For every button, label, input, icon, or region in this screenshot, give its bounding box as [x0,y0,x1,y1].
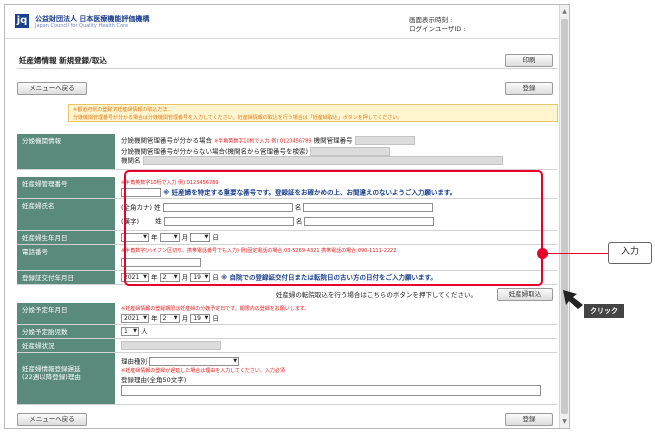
due-date-label: 分娩予定年月日 [17,303,115,324]
notice-line-1: ※都道府県の登録済妊産婦情報の取込方法... [73,107,172,113]
facility-known-text: 分娩機関管理番号が分かる場合 [121,136,212,145]
facility-mgmt-field [354,136,415,145]
back-to-menu-button-top[interactable]: メニューへ戻る [17,82,87,95]
due-month-unit: 月 [181,314,189,323]
due-year-unit: 年 [151,314,158,323]
callout-dot [537,248,548,259]
birth-label: 妊産婦生年月日 [17,231,115,244]
org-name-en: Japan Council for Quality Health Care [35,23,129,29]
due-day-unit: 日 [212,314,219,323]
system-info: 画面表示時刻 : ログインユーザID : [409,16,466,34]
phone-label: 電話番号 [17,245,115,270]
row-delay: 妊産婦情報登録遅延 (22週以降登録)理由 理由種別 ▼ ※妊産婦情報の登録が遅… [17,353,557,405]
import-button[interactable]: 妊産婦取込 [497,288,553,301]
due-date-note: ※妊産婦情報の登録期限は妊産婦の分娩予定日です。期限内の登録をお願いします。 [121,306,310,312]
delay-type-label: 理由種別 [121,357,147,366]
facility-search-button[interactable] [310,146,391,156]
facility-label: 分娩機関情報 [17,134,115,169]
org-logo: jq [15,14,29,28]
mgmt-no-label: 妊産婦管理番号 [17,177,115,198]
due-day-select[interactable]: 19 ▼ [190,314,211,323]
register-button-bottom[interactable]: 登録 [505,413,553,426]
fetus-select[interactable]: 1 ▼ [121,327,139,336]
notice-line-2: 分娩機関管理番号が分かる場合は分娩機関管理番号を入力してください。妊産婦情報の取… [73,115,403,121]
register-button-top[interactable]: 登録 [505,82,553,95]
facility-name-label: 機関名 [121,156,141,165]
due-month-select[interactable]: 2 ▼ [159,314,180,323]
header: jq 公益財団法人 日本医療機能評価機構 Japan Council for Q… [5,5,569,39]
facility-note: ※半角英数字10桁で入力 例) 0123456789 [214,138,312,145]
fetus-unit: 人 [141,327,148,336]
issue-date-label: 登録証交付年月日 [17,271,115,284]
scroll-thumb[interactable] [561,19,568,414]
facility-search-text: 分娩機関管理番号が分からない場合(機関名から管理番号を検索) [121,147,309,155]
page-title: 妊産婦情報 新規登録/取込 [19,56,107,65]
due-year-select[interactable]: 2021 ▼ [121,314,149,323]
back-to-menu-button-bottom[interactable]: メニューへ戻る [17,413,87,426]
input-callout: 入力 [608,242,652,264]
row-due-date: 分娩予定年月日 ※妊産婦情報の登録期限は妊産婦の分娩予定日です。期限内の登録をお… [17,303,557,325]
vertical-scrollbar[interactable]: ▲ ▼ [559,5,569,428]
status-select [121,341,221,350]
display-time-label: 画面表示時刻 : [409,16,453,24]
scroll-down-icon[interactable]: ▼ [561,417,568,426]
fetus-label: 分娩予定胎児数 [17,325,115,338]
delay-label: 妊産婦情報登録遅延 (22週以降登録)理由 [17,353,115,404]
row-status: 妊産婦状況 [17,339,557,353]
click-callout: クリック [584,304,624,318]
row-import: 妊産婦の転院取込を行う場合はこちらのボタンを押下してください。 妊産婦取込 [17,285,557,303]
scroll-up-icon[interactable]: ▲ [561,7,568,16]
login-user-label: ログインユーザID : [409,25,466,33]
delay-type-select[interactable]: ▼ [149,357,240,366]
name-label: 妊産婦氏名 [17,199,115,230]
facility-name-field [142,156,503,165]
delay-note: ※妊産婦情報の登録が遅延した場合は理由を入力してください。入力必須 [121,367,285,374]
status-label: 妊産婦状況 [17,339,115,352]
import-instruction: 妊産婦の転院取込を行う場合はこちらのボタンを押下してください。 [275,291,477,299]
delay-reason-input[interactable] [121,384,541,396]
input-area-highlight [124,170,543,286]
notice-box: ※都道府県の登録済妊産婦情報の取込方法... 分娩機関管理番号が分かる場合は分娩… [68,104,558,122]
row-fetus: 分娩予定胎児数 1 ▼ 人 [17,325,557,339]
print-button[interactable]: 印刷 [505,54,553,67]
row-facility: 分娩機関情報 分娩機関管理番号が分かる場合 ※半角英数字10桁で入力 例) 01… [17,134,557,170]
page-title-bar: 妊産婦情報 新規登録/取込 [17,53,557,69]
facility-mgmt-label: 機関管理番号 [313,136,353,145]
delay-reason-label: 登録理由(全角50文字) [121,375,187,384]
callout-connector [543,253,610,254]
